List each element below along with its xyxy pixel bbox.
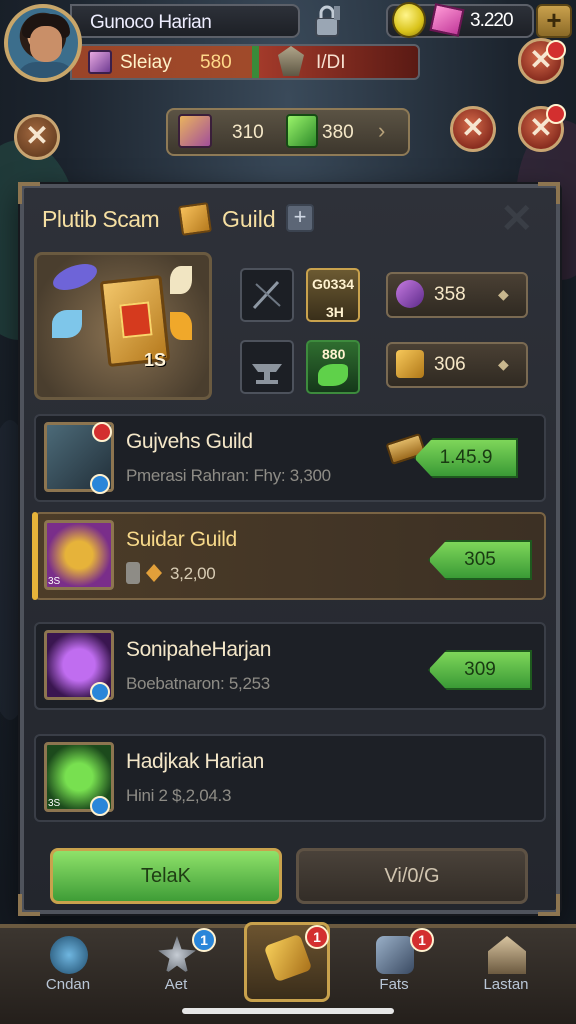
portal-icon — [50, 936, 88, 974]
guild-subtitle: Pmerasi Rahran: Fhy: 3,300 — [126, 466, 331, 485]
nav-item-castle[interactable]: Lastan — [458, 930, 554, 1006]
resource-value-2: 306 — [434, 354, 466, 375]
chevron-right-icon: ◆ — [498, 286, 509, 302]
player-name: Gunoco Harian — [70, 4, 300, 38]
gold-cube-icon — [178, 202, 212, 236]
purple-orb-icon — [396, 280, 424, 308]
nav-label: Cndan — [45, 976, 91, 993]
guild-join-button[interactable]: 305 — [428, 540, 532, 580]
crossed-swords-icon — [252, 280, 281, 310]
nav-badge: 1 — [305, 925, 329, 949]
gold-cube-icon — [396, 350, 424, 378]
guild-name: Suidar Guild — [126, 528, 237, 551]
guild-row-selected[interactable]: 3S Suidar Guild 3,2,00 305 — [32, 512, 546, 600]
guild-name: Hadjkak Harian — [126, 750, 264, 773]
item-count: 3S — [48, 798, 61, 809]
flame-icon — [146, 564, 162, 582]
nav-item-fate[interactable]: 1 Fats — [346, 928, 442, 1006]
guild-join-button[interactable]: 309 — [428, 650, 532, 690]
orange-shard-icon — [170, 312, 192, 340]
view-button[interactable]: Vi/0/G — [296, 848, 528, 904]
nav-label: Aet — [164, 976, 188, 993]
item-slot-anvil[interactable] — [240, 340, 294, 394]
panel-title: Plutib Scam — [42, 206, 160, 232]
close-button-mid[interactable]: ✕ — [450, 106, 496, 152]
guild-subtitle: Hini 2 $,2,04.3 — [126, 786, 232, 805]
close-button-left[interactable]: ✕ — [14, 114, 60, 160]
chevron-right-icon: › — [378, 118, 386, 143]
info-badge — [90, 796, 110, 816]
guild-row[interactable]: SonipaheHarjan Boebatnaron: 5,253 309 — [34, 622, 546, 710]
guild-name: Gujvehs Guild — [126, 430, 253, 453]
avatar-shirt — [16, 62, 76, 78]
helmet-icon — [376, 936, 414, 974]
white-shard-icon — [170, 266, 192, 294]
panel-title-guild: Guild — [222, 206, 276, 232]
player-avatar[interactable] — [4, 4, 82, 82]
status-value: 580 — [200, 52, 232, 73]
anvil-icon — [252, 364, 282, 384]
item-slot-green[interactable]: 880 — [306, 340, 360, 394]
chevron-right-icon: ◆ — [498, 356, 509, 372]
slot-value: G0334 — [312, 276, 355, 292]
panel-corner — [538, 894, 560, 916]
add-guild-button[interactable]: + — [286, 204, 314, 232]
close-icon[interactable]: ✕ — [500, 196, 534, 242]
currency-value: 3.220 — [470, 10, 514, 31]
lock-icon[interactable] — [310, 4, 344, 38]
item-count: 3S — [48, 576, 61, 587]
shield-icon — [126, 562, 140, 584]
nav-item-guild[interactable]: 1 — [244, 922, 330, 1002]
guild-join-button[interactable]: 1.45.9 — [414, 438, 518, 478]
item-slot-gold[interactable]: G0334 3H — [306, 268, 360, 322]
item-slot-sword[interactable] — [240, 268, 294, 322]
blue-crescent-icon — [52, 310, 82, 338]
chest-icon — [88, 50, 112, 74]
house-icon — [488, 936, 526, 974]
status-value-2: I/DI — [316, 52, 346, 73]
guild-row[interactable]: Gujvehs Guild Pmerasi Rahran: Fhy: 3,300… — [34, 414, 546, 502]
pink-gem-icon — [429, 3, 465, 37]
nav-badge: 1 — [410, 928, 434, 952]
featured-reward-count: 1S — [144, 350, 167, 370]
slot-sub-value: 3H — [326, 304, 344, 320]
accept-button[interactable]: TelaK — [50, 848, 282, 904]
home-indicator[interactable] — [182, 1008, 394, 1014]
nav-badge: 1 — [192, 928, 216, 952]
nav-label: Lastan — [483, 976, 529, 993]
notification-badge — [546, 40, 566, 60]
green-gem-icon — [286, 114, 318, 148]
panel-corner — [538, 182, 560, 204]
slot-value: 880 — [322, 346, 346, 362]
nav-item-home[interactable]: Cndan — [20, 930, 116, 1006]
nav-label: Fats — [379, 976, 409, 993]
reward-value-2: 380 — [322, 122, 354, 143]
avatar-face — [30, 26, 62, 62]
star-icon — [158, 936, 196, 974]
reward-value-1: 310 — [232, 122, 264, 143]
info-badge — [90, 682, 110, 702]
status-label: Sleiay — [120, 52, 172, 73]
nav-item-achievements[interactable]: 1 Aet — [128, 928, 224, 1006]
panel-corner — [18, 182, 40, 204]
notification-badge — [92, 422, 112, 442]
info-badge — [90, 474, 110, 494]
guild-row[interactable]: 3S Hadjkak Harian Hini 2 $,2,04.3 — [34, 734, 546, 822]
gold-gem-icon — [392, 2, 426, 38]
notification-badge — [546, 104, 566, 124]
guild-subtitle: 3,2,00 — [170, 564, 216, 583]
guild-subtitle: Boebatnaron: 5,253 — [126, 674, 270, 693]
add-currency-button[interactable]: + — [536, 4, 572, 38]
chest-icon — [178, 114, 212, 148]
panel-corner — [18, 894, 40, 916]
green-horn-icon — [318, 364, 348, 386]
resource-value-1: 358 — [434, 284, 466, 305]
guild-name: SonipaheHarjan — [126, 638, 272, 661]
